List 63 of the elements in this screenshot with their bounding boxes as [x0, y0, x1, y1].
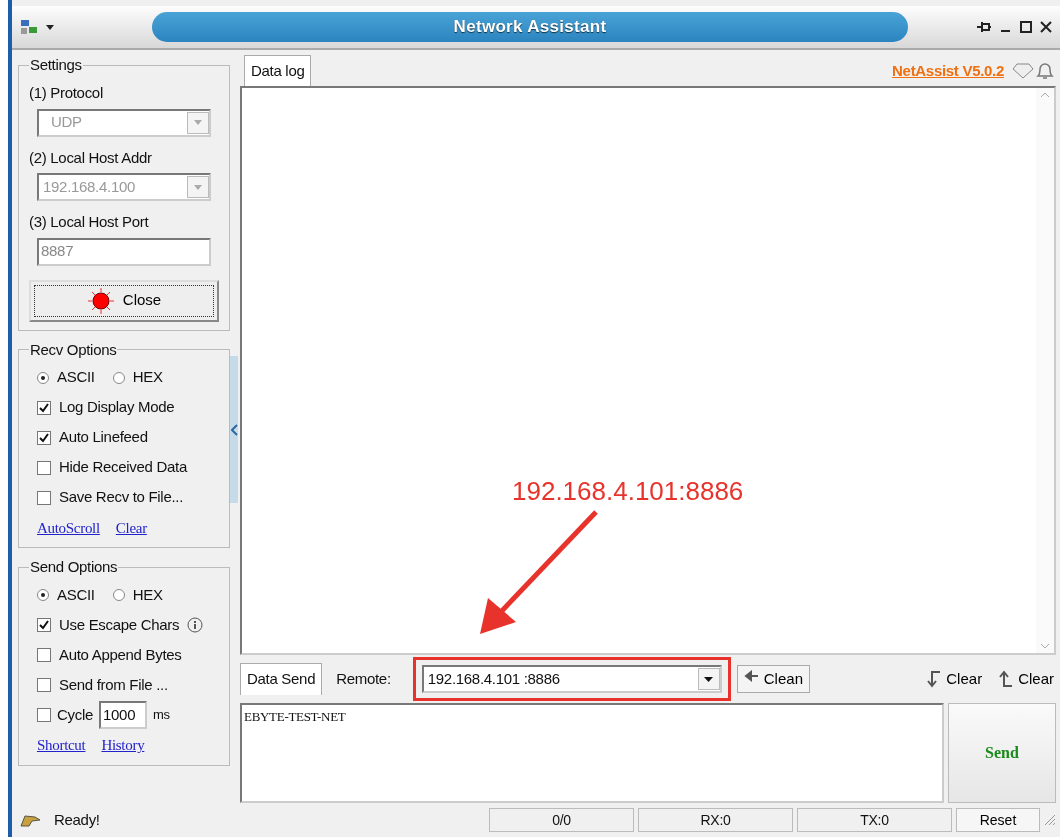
checkbox[interactable] — [37, 490, 51, 505]
tab[interactable]: Data Send — [240, 663, 323, 695]
cycle-field[interactable]: 1000 — [99, 701, 147, 729]
radio-option[interactable]: ASCII — [37, 366, 95, 389]
unit-label: ms — [153, 706, 170, 725]
app-icon[interactable] — [20, 19, 38, 35]
checkbox[interactable] — [37, 678, 51, 692]
diamond-icon[interactable] — [1012, 63, 1034, 79]
clear-button[interactable]: Clear — [924, 667, 985, 691]
field-label: (2) Local Host Addr — [29, 147, 153, 168]
link[interactable]: Clear — [115, 516, 147, 539]
status-text: Ready! — [54, 809, 100, 830]
checkbox-label: Hide Received Data — [59, 457, 187, 478]
dropdown-arrow-icon[interactable] — [704, 676, 714, 682]
group-label: Settings — [29, 56, 83, 74]
radio-option[interactable]: ASCII — [37, 583, 95, 607]
checkbox[interactable] — [37, 708, 51, 722]
link[interactable]: AutoScroll — [37, 516, 100, 539]
link[interactable]: History — [101, 734, 145, 757]
checkbox[interactable] — [37, 400, 51, 415]
annotation-text: 192.168.4.101:8886 — [512, 475, 744, 508]
reset-button[interactable]: Reset — [956, 808, 1040, 832]
link[interactable]: Shortcut — [37, 734, 86, 757]
field-label: Remote: — [336, 668, 391, 689]
checkbox[interactable] — [37, 430, 51, 445]
up-arrow-icon — [998, 670, 1015, 688]
checkbox-label: Send from File ... — [59, 674, 168, 695]
clear-button[interactable]: Clear — [996, 667, 1056, 691]
tx-panel: TX:0 — [797, 808, 952, 832]
checkbox-label: Save Recv to File... — [59, 487, 184, 508]
field-label: (1) Protocol — [29, 83, 104, 103]
checkbox[interactable] — [37, 648, 51, 662]
send-button[interactable]: Send — [948, 703, 1056, 803]
dropdown-caret-icon[interactable] — [46, 24, 54, 30]
checkbox-label: Log Display Mode — [59, 397, 175, 418]
window-title: Network Assistant — [453, 16, 607, 39]
close-icon[interactable] — [1040, 21, 1052, 33]
checkbox-label: Use Escape Chars — [59, 614, 180, 635]
checkbox[interactable] — [37, 618, 51, 632]
pin-icon[interactable] — [976, 20, 992, 34]
message-field[interactable]: EBYTE-TEST-NET — [240, 703, 944, 803]
info-icon[interactable] — [187, 617, 204, 633]
field-label: (3) Local Host Port — [29, 212, 150, 232]
maximize-icon[interactable] — [1020, 21, 1032, 33]
group-label: Send Options — [29, 558, 119, 576]
checkbox[interactable] — [37, 460, 51, 475]
bell-icon[interactable] — [1034, 62, 1056, 80]
remote-dropdown[interactable]: 192.168.4.101 :8886 — [421, 665, 722, 693]
count-panel: 0/0 — [489, 808, 634, 832]
rx-panel: RX:0 — [638, 808, 793, 832]
checkbox-label: Cycle — [57, 704, 93, 725]
close-button[interactable]: Close — [29, 279, 219, 322]
splitter-handle[interactable] — [230, 356, 238, 503]
down-arrow-icon — [926, 670, 943, 688]
port-field[interactable]: 8887 — [37, 237, 211, 266]
status-light-icon — [86, 286, 115, 315]
checkbox-label: Auto Linefeed — [59, 427, 148, 448]
tab[interactable]: Data log — [244, 55, 312, 87]
radio-option[interactable]: HEX — [112, 366, 163, 389]
checkbox-label: Auto Append Bytes — [59, 644, 182, 665]
resize-grip-icon[interactable] — [1044, 814, 1056, 826]
radio-option[interactable]: HEX — [112, 583, 163, 607]
clear-button[interactable]: Clean — [736, 664, 810, 694]
